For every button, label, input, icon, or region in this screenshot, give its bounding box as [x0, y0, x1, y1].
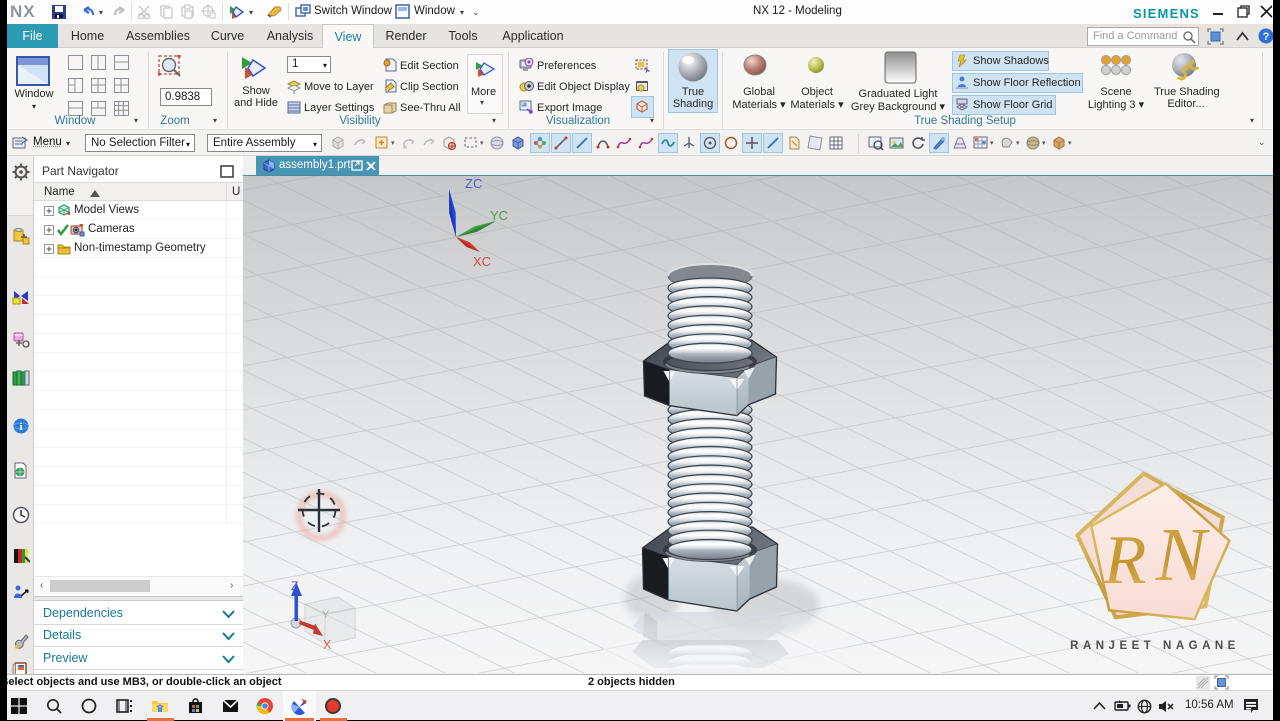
svg-text:RANJEET NAGANE: RANJEET NAGANE: [1070, 640, 1240, 652]
svg-text:i: i: [19, 421, 22, 433]
svg-text:ZC: ZC: [465, 176, 482, 191]
svg-text:Y: Y: [322, 609, 330, 621]
svg-text:?: ?: [1263, 31, 1270, 43]
svg-text:R: R: [1103, 522, 1147, 599]
svg-text:XC: XC: [473, 254, 491, 269]
svg-text:X: X: [323, 638, 332, 652]
svg-text:N: N: [1155, 513, 1211, 597]
svg-text:Z: Z: [291, 579, 298, 593]
svg-text:YC: YC: [490, 208, 508, 223]
